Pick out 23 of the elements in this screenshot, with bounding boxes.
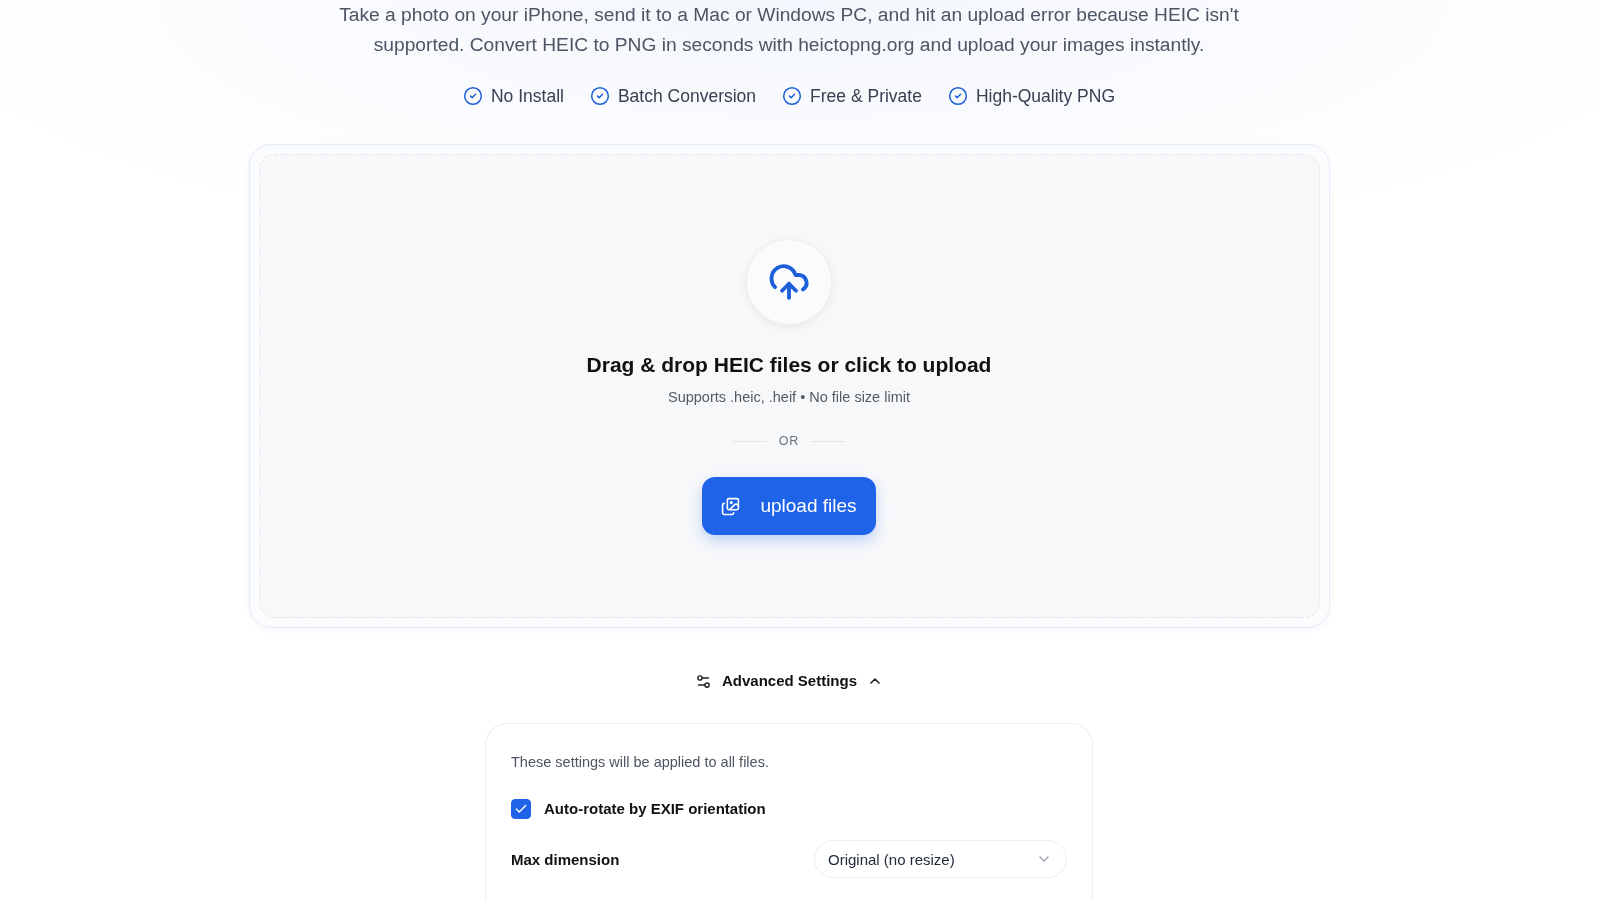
feature-label: No Install — [491, 85, 564, 108]
dropzone-subtext: Supports .heic, .heif • No file size limit — [668, 388, 910, 407]
check-circle-icon — [947, 86, 968, 106]
feature-label: Free & Private — [810, 85, 922, 108]
or-divider-text: OR — [778, 433, 800, 449]
checkbox[interactable] — [511, 799, 531, 819]
upload-dropzone[interactable]: Drag & drop HEIC files or click to upload Supports .heic, .heif • No file size limit OR upload files — [248, 144, 1330, 628]
check-circle-icon — [589, 86, 610, 106]
advanced-settings-toggle[interactable]: Advanced Settings — [695, 669, 883, 693]
feature-label: High-Quality PNG — [975, 85, 1115, 108]
intro-paragraph: Take a photo on your iPhone, send it to a Mac or Windows PC, and hit an upload error because HEIC isn't supported. Convert HEIC to PNG in seconds with heictopng.org and upload your images instantly. — [338, 3, 1240, 57]
check-circle-icon — [463, 86, 483, 106]
images-icon — [721, 496, 741, 516]
feature-label: Batch Conversion — [617, 85, 757, 108]
checkbox-label: Auto-rotate by EXIF orientation — [544, 799, 766, 819]
settings-note: These settings will be applied to all files. — [511, 753, 770, 772]
max-dimension-select[interactable]: Original (no resize) — [814, 840, 1067, 878]
dropzone-heading: Drag & drop HEIC files or click to upload — [586, 352, 992, 378]
check-icon — [514, 802, 528, 816]
check-circle-icon — [782, 86, 803, 106]
field-label: Max dimension — [511, 850, 620, 868]
upload-files-button[interactable]: upload files — [702, 477, 876, 535]
sliders-icon — [695, 672, 712, 690]
